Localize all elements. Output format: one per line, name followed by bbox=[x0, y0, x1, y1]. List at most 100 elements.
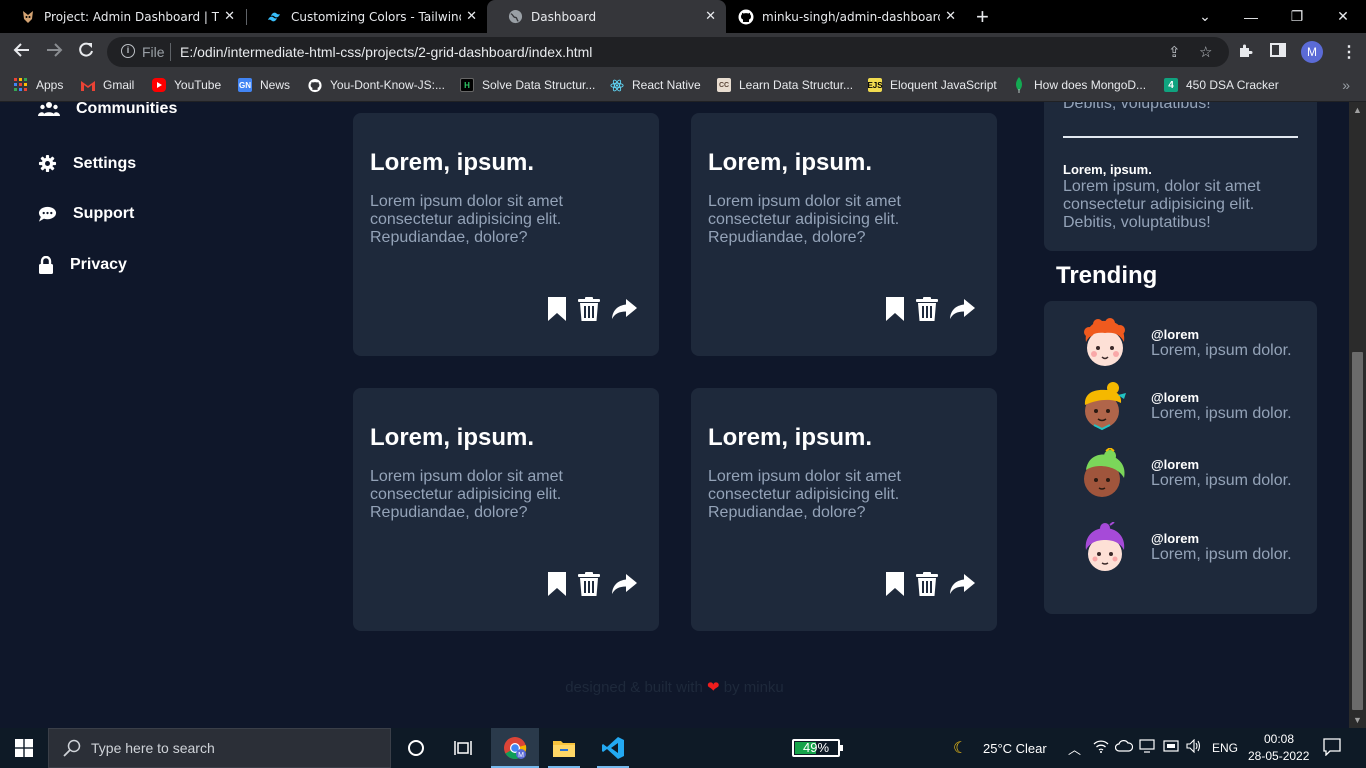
bookmark-hackerrank[interactable]: H Solve Data Structur... bbox=[460, 78, 595, 92]
bookmark-mongodb[interactable]: How does MongoD... bbox=[1012, 77, 1146, 93]
chat-icon bbox=[38, 206, 57, 222]
scroll-down-arrow-icon[interactable]: ▼ bbox=[1353, 715, 1362, 725]
arrow-right-icon bbox=[47, 43, 63, 57]
scrollbar-thumb[interactable] bbox=[1352, 352, 1363, 710]
share-arrow-icon[interactable] bbox=[611, 574, 637, 594]
odin-favicon-icon bbox=[20, 9, 36, 25]
weather-text[interactable]: 25°C Clear bbox=[983, 741, 1047, 756]
bookmark-apps[interactable]: Apps bbox=[14, 78, 63, 92]
tab-title: Project: Admin Dashboard | The Odin Proj… bbox=[44, 9, 219, 24]
trending-item[interactable]: @lorem Lorem, ipsum dolor. bbox=[1080, 522, 1292, 572]
share-arrow-icon[interactable] bbox=[949, 574, 975, 594]
bookmark-icon[interactable] bbox=[885, 296, 905, 322]
sidebar-item-support[interactable]: Support bbox=[38, 205, 134, 223]
card-description: Lorem ipsum dolor sit amet consectetur a… bbox=[708, 468, 901, 521]
close-icon[interactable]: ✕ bbox=[705, 9, 716, 24]
windows-logo-icon bbox=[15, 739, 33, 757]
bookmark-icon[interactable] bbox=[547, 296, 567, 322]
trash-icon[interactable] bbox=[916, 572, 938, 596]
trending-item[interactable]: @lorem Lorem, ipsum dolor. bbox=[1080, 448, 1292, 498]
share-icon[interactable]: ⇪ bbox=[1168, 43, 1181, 61]
windows-taskbar: Type here to search M 49% ☾ 25°C Clear ︿… bbox=[0, 728, 1366, 768]
bookmark-star-icon[interactable]: ☆ bbox=[1199, 43, 1212, 61]
bookmark-you-dont-know-js[interactable]: You-Dont-Know-JS:... bbox=[308, 78, 445, 92]
sidebar-item-settings[interactable]: Settings bbox=[38, 154, 136, 173]
windows-start-button[interactable] bbox=[0, 728, 48, 768]
bookmark-eloquent-js[interactable]: EJS Eloquent JavaScript bbox=[867, 78, 997, 92]
lock-icon bbox=[39, 256, 53, 274]
bookmark-news[interactable]: GN News bbox=[238, 78, 290, 92]
bookmark-gmail[interactable]: Gmail bbox=[81, 78, 134, 92]
clock-date[interactable]: 28-05-2022 bbox=[1248, 749, 1309, 763]
codechef-icon: CC bbox=[717, 78, 731, 92]
wifi-icon[interactable] bbox=[1093, 739, 1109, 756]
profile-avatar[interactable]: M bbox=[1301, 41, 1323, 63]
notification-icon[interactable] bbox=[1323, 738, 1341, 759]
clock-time[interactable]: 00:08 bbox=[1264, 732, 1294, 746]
tab-github-repo[interactable]: minku-singh/admin-dashboard: Project ✕ bbox=[726, 0, 966, 33]
sidebar-item-communities[interactable]: Communities bbox=[38, 102, 177, 118]
tab-odin-project[interactable]: Project: Admin Dashboard | The Odin Proj… bbox=[0, 0, 245, 33]
scroll-up-arrow-icon[interactable]: ▲ bbox=[1353, 105, 1362, 115]
sidebar-item-privacy[interactable]: Privacy bbox=[38, 256, 127, 274]
url-text[interactable]: E:/odin/intermediate-html-css/projects/2… bbox=[180, 44, 592, 60]
github-icon bbox=[308, 78, 322, 92]
close-icon[interactable]: ✕ bbox=[224, 9, 235, 24]
taskbar-search-box[interactable]: Type here to search bbox=[48, 728, 391, 768]
cloud-sync-icon[interactable] bbox=[1114, 739, 1134, 756]
reload-icon bbox=[79, 42, 93, 57]
battery-indicator[interactable]: 49% bbox=[792, 739, 843, 757]
bookmark-label: Eloquent JavaScript bbox=[890, 78, 997, 92]
bookmark-label: 450 DSA Cracker bbox=[1186, 78, 1279, 92]
address-bar[interactable]: i File E:/odin/intermediate-html-css/pro… bbox=[107, 37, 1229, 67]
battery-terminal bbox=[840, 745, 843, 751]
network-icon[interactable] bbox=[1163, 739, 1179, 756]
moon-weather-icon[interactable]: ☾ bbox=[953, 738, 967, 758]
close-icon[interactable]: ✕ bbox=[945, 9, 956, 24]
close-icon[interactable]: ✕ bbox=[466, 9, 477, 24]
mongodb-leaf-icon bbox=[1012, 77, 1026, 93]
tab-tailwind[interactable]: Customizing Colors - Tailwind CSS ✕ bbox=[247, 0, 487, 33]
taskbar-file-explorer[interactable] bbox=[540, 728, 588, 768]
bookmark-youtube[interactable]: YouTube bbox=[152, 78, 221, 92]
share-arrow-icon[interactable] bbox=[949, 299, 975, 319]
file-scheme-label: File bbox=[142, 44, 165, 60]
tab-search-chevron-icon[interactable]: ⌄ bbox=[1182, 0, 1228, 33]
forward-button[interactable] bbox=[42, 41, 66, 64]
chevron-double-right-icon[interactable]: » bbox=[1342, 77, 1350, 93]
task-view-button[interactable] bbox=[440, 728, 486, 768]
project-card: Lorem, ipsum. Lorem ipsum dolor sit amet… bbox=[691, 113, 997, 356]
globe-icon bbox=[507, 9, 523, 25]
taskbar-chrome[interactable]: M bbox=[491, 728, 539, 768]
trending-item[interactable]: @lorem Lorem, ipsum dolor. bbox=[1080, 381, 1292, 431]
volume-icon[interactable] bbox=[1186, 738, 1202, 756]
bookmark-icon[interactable] bbox=[547, 571, 567, 597]
language-indicator[interactable]: ENG bbox=[1212, 741, 1238, 755]
restore-button[interactable]: ❐ bbox=[1274, 0, 1320, 33]
side-panel-icon[interactable] bbox=[1270, 42, 1286, 62]
back-button[interactable] bbox=[10, 41, 34, 64]
share-arrow-icon[interactable] bbox=[611, 299, 637, 319]
reload-button[interactable] bbox=[74, 41, 98, 64]
bookmark-450-dsa[interactable]: 4 450 DSA Cracker bbox=[1164, 78, 1279, 92]
chevron-up-icon[interactable]: ︿ bbox=[1068, 739, 1081, 758]
bookmark-codechef[interactable]: CC Learn Data Structur... bbox=[717, 78, 853, 92]
cortana-button[interactable] bbox=[393, 728, 439, 768]
minimize-button[interactable]: — bbox=[1228, 0, 1274, 33]
tab-dashboard[interactable]: Dashboard ✕ bbox=[487, 0, 726, 33]
close-window-button[interactable]: ✕ bbox=[1320, 0, 1366, 33]
bookmark-react-native[interactable]: React Native bbox=[610, 78, 701, 92]
info-icon[interactable]: i bbox=[121, 44, 135, 58]
trending-item[interactable]: @lorem Lorem, ipsum dolor. bbox=[1080, 318, 1292, 368]
page-scrollbar[interactable]: ▲ ▼ bbox=[1349, 102, 1366, 728]
extensions-icon[interactable] bbox=[1238, 42, 1254, 62]
bookmark-icon[interactable] bbox=[885, 571, 905, 597]
monitor-icon[interactable] bbox=[1139, 739, 1155, 756]
trash-icon[interactable] bbox=[916, 297, 938, 321]
browser-toolbar: i File E:/odin/intermediate-html-css/pro… bbox=[0, 33, 1366, 71]
taskbar-vscode[interactable] bbox=[589, 728, 637, 768]
more-menu-icon[interactable]: ⋮ bbox=[1341, 42, 1357, 62]
trash-icon[interactable] bbox=[578, 572, 600, 596]
trash-icon[interactable] bbox=[578, 297, 600, 321]
new-tab-button[interactable]: + bbox=[976, 4, 989, 30]
